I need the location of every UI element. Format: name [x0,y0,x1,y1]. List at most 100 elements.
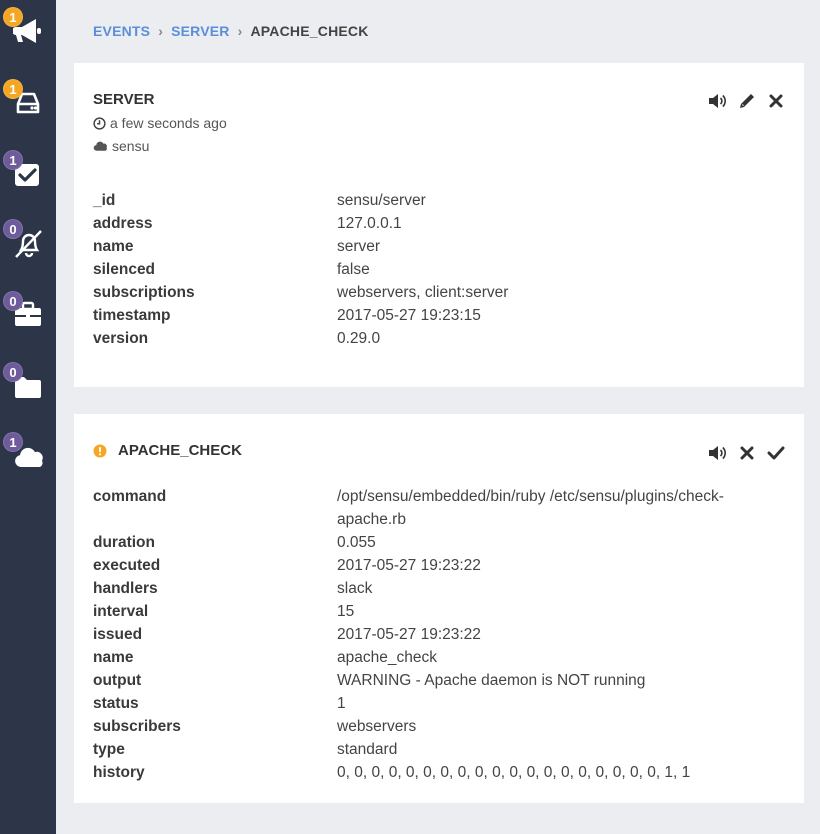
sidebar: 1 1 1 0 0 0 1 [0,0,56,834]
detail-value: 15 [337,603,355,620]
breadcrumb-current: APACHE_CHECK [250,23,369,39]
detail-key: timestamp [93,307,171,324]
sidebar-item-events[interactable]: 1 [0,0,56,60]
detail-row: duration 0.055 [93,531,784,554]
detail-value: 2017-05-27 19:23:15 [337,307,481,324]
clock-icon [93,116,106,130]
sidebar-item-silenced[interactable]: 0 [0,212,56,272]
detail-key: name [93,238,134,255]
detail-value: 0, 0, 0, 0, 0, 0, 0, 0, 0, 0, 0, 0, 0, 0… [337,764,691,781]
close-icon [740,446,754,460]
client-datacenter: sensu [93,138,149,154]
detail-value: webservers [337,718,417,735]
chevron-right-icon: › [158,23,164,39]
detail-value: /opt/sensu/embedded/bin/ruby /etc/sensu/… [337,488,724,528]
breadcrumb-events-link[interactable]: EVENTS [93,23,150,39]
client-title: SERVER [93,91,155,108]
detail-key: handlers [93,580,158,597]
detail-key: output [93,672,142,689]
detail-row: interval 15 [93,600,784,623]
sidebar-item-stashes[interactable]: 0 [0,284,56,344]
detail-row: status 1 [93,692,784,715]
detail-key: command [93,488,167,505]
detail-key: _id [93,192,116,209]
breadcrumb-server-link[interactable]: SERVER [171,23,230,39]
detail-row: handlers slack [93,577,784,600]
detail-value: WARNING - Apache daemon is NOT running [337,672,646,689]
client-card: SERVER a few seconds ago sensu _id sensu… [74,63,804,387]
detail-key: status [93,695,139,712]
check-title: APACHE_CHECK [118,442,242,459]
volume-icon [709,446,726,460]
detail-row: output WARNING - Apache daemon is NOT ru… [93,669,784,692]
detail-value: standard [337,741,398,758]
detail-row: issued 2017-05-27 19:23:22 [93,623,784,646]
detail-key: duration [93,534,155,551]
detail-row: subscribers webservers [93,715,784,738]
detail-key: version [93,330,149,347]
detail-value: slack [337,580,373,597]
detail-row: silenced false [93,258,784,281]
pencil-icon [740,94,754,108]
check-card: APACHE_CHECK command /opt/sensu/embedded… [74,414,804,803]
detail-row: history 0, 0, 0, 0, 0, 0, 0, 0, 0, 0, 0,… [93,761,784,784]
detail-key: silenced [93,261,156,278]
events-count-badge: 1 [3,7,23,27]
detail-value: sensu/server [337,192,426,209]
detail-value: 2017-05-27 19:23:22 [337,626,481,643]
detail-key: executed [93,557,161,574]
detail-key: type [93,741,125,758]
detail-value: server [337,238,381,255]
check-header: APACHE_CHECK [93,442,242,459]
check-actions [699,443,786,463]
silence-button[interactable] [708,91,728,111]
detail-row: _id sensu/server [93,189,784,212]
detail-row: address 127.0.0.1 [93,212,784,235]
detail-value: 0.055 [337,534,376,551]
client-last-seen: a few seconds ago [93,115,227,131]
detail-value: 127.0.0.1 [337,215,402,232]
close-icon [769,94,783,108]
breadcrumb: EVENTS › SERVER › APACHE_CHECK [93,23,369,39]
detail-row: subscriptions webservers, client:server [93,281,784,304]
detail-key: address [93,215,153,232]
detail-key: history [93,764,145,781]
detail-value: 1 [337,695,346,712]
client-actions [699,91,786,111]
detail-key: subscriptions [93,284,195,301]
detail-value: 2017-05-27 19:23:22 [337,557,481,574]
chevron-right-icon: › [237,23,243,39]
detail-value: 0.29.0 [337,330,381,347]
volume-icon [709,94,726,108]
checks-count-badge: 1 [3,150,23,170]
detail-row: type standard [93,738,784,761]
edit-button[interactable] [737,91,757,111]
check-icon [767,446,785,460]
delete-button[interactable] [737,443,757,463]
detail-value: apache_check [337,649,437,666]
datacenters-count-badge: 1 [3,432,23,452]
exclamation-circle-icon [93,444,107,457]
sidebar-item-clients[interactable]: 1 [0,72,56,132]
detail-row: timestamp 2017-05-27 19:23:15 [93,304,784,327]
detail-key: name [93,649,134,666]
detail-row: name server [93,235,784,258]
resolve-button[interactable] [766,443,786,463]
detail-value: webservers, client:server [337,284,509,301]
client-time-text: a few seconds ago [110,115,227,131]
delete-button[interactable] [766,91,786,111]
sidebar-item-aggregates[interactable]: 0 [0,355,56,415]
check-details: command /opt/sensu/embedded/bin/ruby /et… [93,485,784,784]
silence-button[interactable] [708,443,728,463]
client-details: _id sensu/server address 127.0.0.1 name … [93,189,784,350]
detail-key: subscribers [93,718,181,735]
clients-count-badge: 1 [3,79,23,99]
detail-row: command /opt/sensu/embedded/bin/ruby /et… [93,485,784,531]
detail-key: issued [93,626,143,643]
detail-row: executed 2017-05-27 19:23:22 [93,554,784,577]
sidebar-item-datacenters[interactable]: 1 [0,425,56,485]
stashes-count-badge: 0 [3,291,23,311]
detail-value: false [337,261,370,278]
aggregates-count-badge: 0 [3,362,23,382]
sidebar-item-checks[interactable]: 1 [0,143,56,203]
